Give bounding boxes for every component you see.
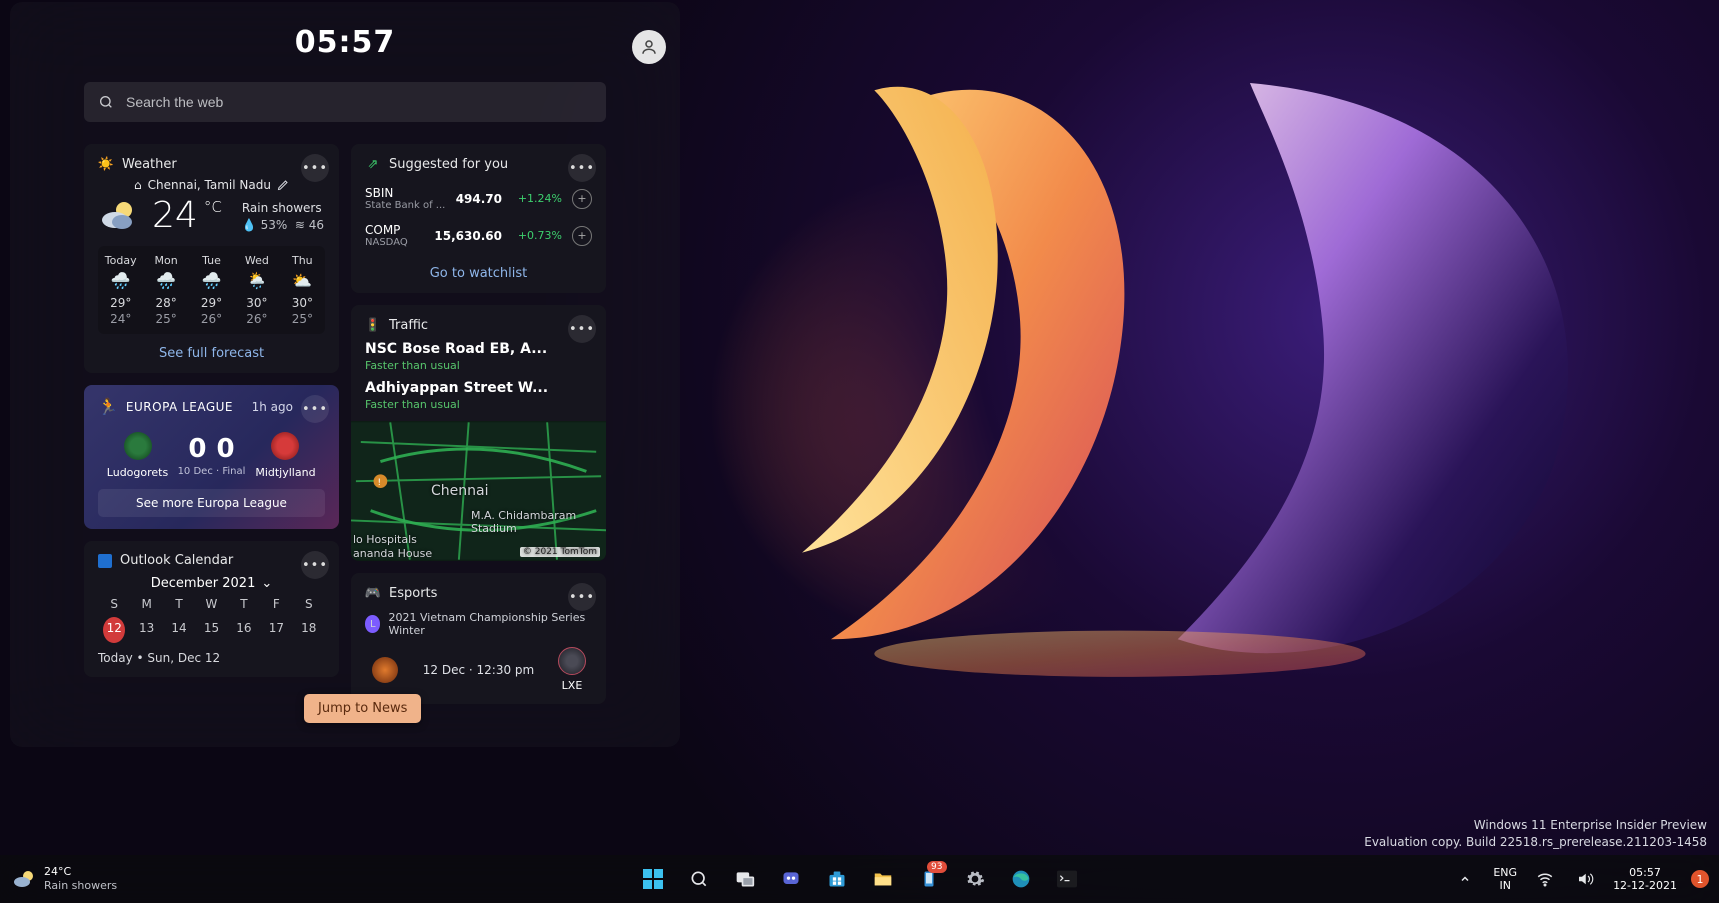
weather-condition-icon	[98, 196, 138, 236]
edit-icon[interactable]	[277, 179, 289, 191]
widgets-panel: 05:57 ☀️ Weather ••• ⌂ Chennai, Tamil Na…	[10, 2, 680, 747]
weather-icon	[12, 867, 36, 891]
chevron-up-icon	[1459, 873, 1471, 885]
search-icon	[689, 869, 709, 889]
widgets-clock: 05:57	[295, 25, 396, 60]
taskbar-weather[interactable]: 24°CRain showers	[0, 855, 129, 903]
esports-card[interactable]: 🎮 Esports ••• L2021 Vietnam Championship…	[351, 573, 606, 704]
language-button[interactable]: ENGIN	[1487, 855, 1523, 903]
traffic-icon: 🚦	[365, 317, 381, 333]
settings-button[interactable]	[955, 859, 995, 899]
traffic-map[interactable]: ! Chennai M.A. Chidambaram Stadium lo Ho…	[351, 421, 606, 561]
chevron-down-icon: ⌄	[261, 576, 272, 591]
search-field[interactable]	[124, 93, 592, 111]
weather-temp: 24°C	[152, 198, 222, 234]
europa-ago: 1h ago	[252, 400, 293, 414]
traffic-card[interactable]: 🚦 Traffic ••• NSC Bose Road EB, A... Fas…	[351, 305, 606, 561]
home-icon: ⌂	[134, 178, 142, 192]
calendar-month[interactable]: December 2021⌄	[98, 576, 325, 591]
search-button[interactable]	[679, 859, 719, 899]
esports-menu[interactable]: •••	[568, 583, 596, 611]
gamepad-icon: 🎮	[365, 585, 381, 601]
add-stock-button[interactable]: +	[572, 226, 592, 246]
gear-icon	[965, 869, 985, 889]
taskbar: 24°CRain showers 93 ENGIN 05:5712-12-202…	[0, 855, 1719, 903]
wallpaper-bloom	[705, 18, 1650, 740]
search-icon	[98, 94, 114, 110]
profile-button[interactable]	[632, 30, 666, 64]
match-score: 00 10 Dec · Final	[178, 434, 246, 477]
europa-title: EUROPA LEAGUE	[126, 400, 233, 414]
calendar-card[interactable]: Outlook Calendar ••• December 2021⌄ SMTW…	[84, 541, 339, 677]
search-input[interactable]	[84, 82, 606, 122]
speaker-icon	[1576, 870, 1594, 888]
calendar-menu[interactable]: •••	[301, 551, 329, 579]
badge: 93	[927, 861, 946, 873]
edge-button[interactable]	[1001, 859, 1041, 899]
europa-menu[interactable]: •••	[301, 395, 329, 423]
esports-title: Esports	[389, 586, 437, 601]
watchlist-link[interactable]: Go to watchlist	[365, 266, 592, 281]
map-copyright: © 2021 TomTom	[520, 547, 600, 557]
windows-watermark: Windows 11 Enterprise Insider Preview Ev…	[1364, 817, 1707, 851]
phone-link-button[interactable]: 93	[909, 859, 949, 899]
weather-forecast-link[interactable]: See full forecast	[98, 346, 325, 361]
weather-menu[interactable]: •••	[301, 154, 329, 182]
traffic-title: Traffic	[389, 318, 428, 333]
jump-to-news-button[interactable]: Jump to News	[304, 694, 421, 723]
tray-overflow-button[interactable]	[1447, 855, 1483, 903]
weather-desc: Rain showers 💧 53% ≋ 46	[242, 201, 324, 232]
stock-row[interactable]: SBINState Bank of ... 494.70 +1.24% +	[365, 180, 592, 217]
taskbar-center: 93	[633, 855, 1087, 903]
europa-card[interactable]: 🏃 EUROPA LEAGUE 1h ago ••• Ludogorets 00…	[84, 385, 339, 529]
weather-forecast: Today🌧️29°24° Mon🌧️28°25° Tue🌧️29°26° We…	[98, 246, 325, 334]
stocks-icon: ⇗	[365, 156, 381, 172]
sun-icon: ☀️	[98, 156, 114, 172]
calendar-dow: SMTWTFS	[98, 597, 325, 611]
terminal-button[interactable]	[1047, 859, 1087, 899]
network-button[interactable]	[1527, 855, 1563, 903]
suggested-menu[interactable]: •••	[568, 154, 596, 182]
traffic-route[interactable]: NSC Bose Road EB, A... Faster than usual	[365, 341, 592, 372]
calendar-title: Outlook Calendar	[120, 553, 233, 568]
away-team: Midtjylland	[246, 432, 324, 479]
clock-button[interactable]: 05:5712-12-2021	[1607, 855, 1683, 903]
calendar-selected: Today • Sun, Dec 12	[98, 651, 325, 665]
ms-store-button[interactable]	[817, 859, 857, 899]
esports-match[interactable]: 12 Dec · 12:30 pm LXE	[365, 647, 592, 692]
start-button[interactable]	[633, 859, 673, 899]
sports-icon: 🏃	[98, 397, 118, 416]
person-icon	[640, 38, 658, 56]
calendar-days[interactable]: 12131415161718	[98, 617, 325, 643]
traffic-route[interactable]: Adhiyappan Street W... Faster than usual	[365, 380, 592, 411]
svg-text:!: !	[377, 478, 381, 488]
taskbar-system-tray: ENGIN 05:5712-12-2021 1	[1447, 855, 1719, 903]
traffic-menu[interactable]: •••	[568, 315, 596, 343]
file-explorer-button[interactable]	[863, 859, 903, 899]
task-view-button[interactable]	[725, 859, 765, 899]
notification-badge[interactable]: 1	[1691, 870, 1709, 888]
stock-row[interactable]: COMPNASDAQ 15,630.60 +0.73% +	[365, 217, 592, 254]
suggested-title: Suggested for you	[389, 157, 508, 172]
weather-location: Chennai, Tamil Nadu	[148, 178, 271, 192]
outlook-icon	[98, 554, 112, 568]
weather-card[interactable]: ☀️ Weather ••• ⌂ Chennai, Tamil Nadu 24°…	[84, 144, 339, 373]
chat-button[interactable]	[771, 859, 811, 899]
widgets-header: 05:57	[10, 2, 680, 82]
weather-title: Weather	[122, 157, 177, 172]
volume-button[interactable]	[1567, 855, 1603, 903]
europa-link[interactable]: See more Europa League	[98, 489, 325, 517]
wifi-icon	[1536, 870, 1554, 888]
suggested-card[interactable]: ⇗ Suggested for you ••• SBINState Bank o…	[351, 144, 606, 293]
add-stock-button[interactable]: +	[572, 189, 592, 209]
home-team: Ludogorets	[99, 432, 177, 479]
esports-series: L2021 Vietnam Championship Series Winter	[365, 611, 592, 637]
